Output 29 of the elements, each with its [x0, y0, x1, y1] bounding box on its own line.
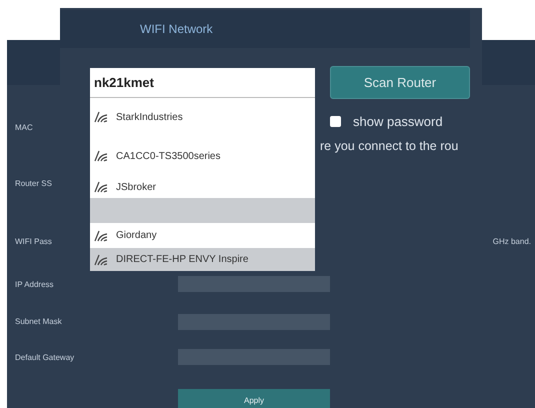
- wifi-icon: [94, 230, 108, 242]
- wifi-icon: [94, 254, 108, 266]
- network-name: JSbroker: [116, 182, 156, 192]
- wifi-icon: [94, 181, 108, 193]
- field-label: Router SS: [15, 178, 52, 188]
- hint-text: re you connect to the rou: [320, 139, 460, 153]
- field-label: WIFI Pass: [15, 237, 52, 246]
- wifi-icon: [94, 150, 108, 162]
- checkbox[interactable]: [330, 116, 341, 127]
- network-name: Giordany: [116, 230, 157, 241]
- network-name: CA1CC0-TS3500series: [116, 150, 220, 162]
- dialog-title: WIFI Network: [140, 22, 213, 36]
- apply-button[interactable]: Apply: [178, 389, 330, 408]
- field-label: Subnet Mask: [15, 317, 62, 326]
- scan-button[interactable]: Scan Router: [330, 66, 470, 99]
- wifi-icon: [94, 111, 108, 123]
- field-label: IP Address: [15, 280, 54, 288]
- network-item[interactable]: DIRECT-FE-HP ENVY Inspire: [90, 248, 315, 271]
- checkbox-label: show password: [353, 114, 443, 129]
- input-field[interactable]: [178, 314, 330, 330]
- input-field[interactable]: [178, 349, 330, 365]
- band-note: GHz band.: [492, 237, 532, 246]
- field-label: Default Gateway: [15, 352, 74, 362]
- ssid-input[interactable]: nk21kmet: [90, 68, 315, 97]
- network-item[interactable]: [90, 198, 315, 223]
- input-field[interactable]: [178, 276, 330, 292]
- field-label: MAC: [15, 122, 33, 132]
- network-name: StarkIndustries: [116, 112, 183, 122]
- network-name: DIRECT-FE-HP ENVY Inspire: [116, 254, 248, 265]
